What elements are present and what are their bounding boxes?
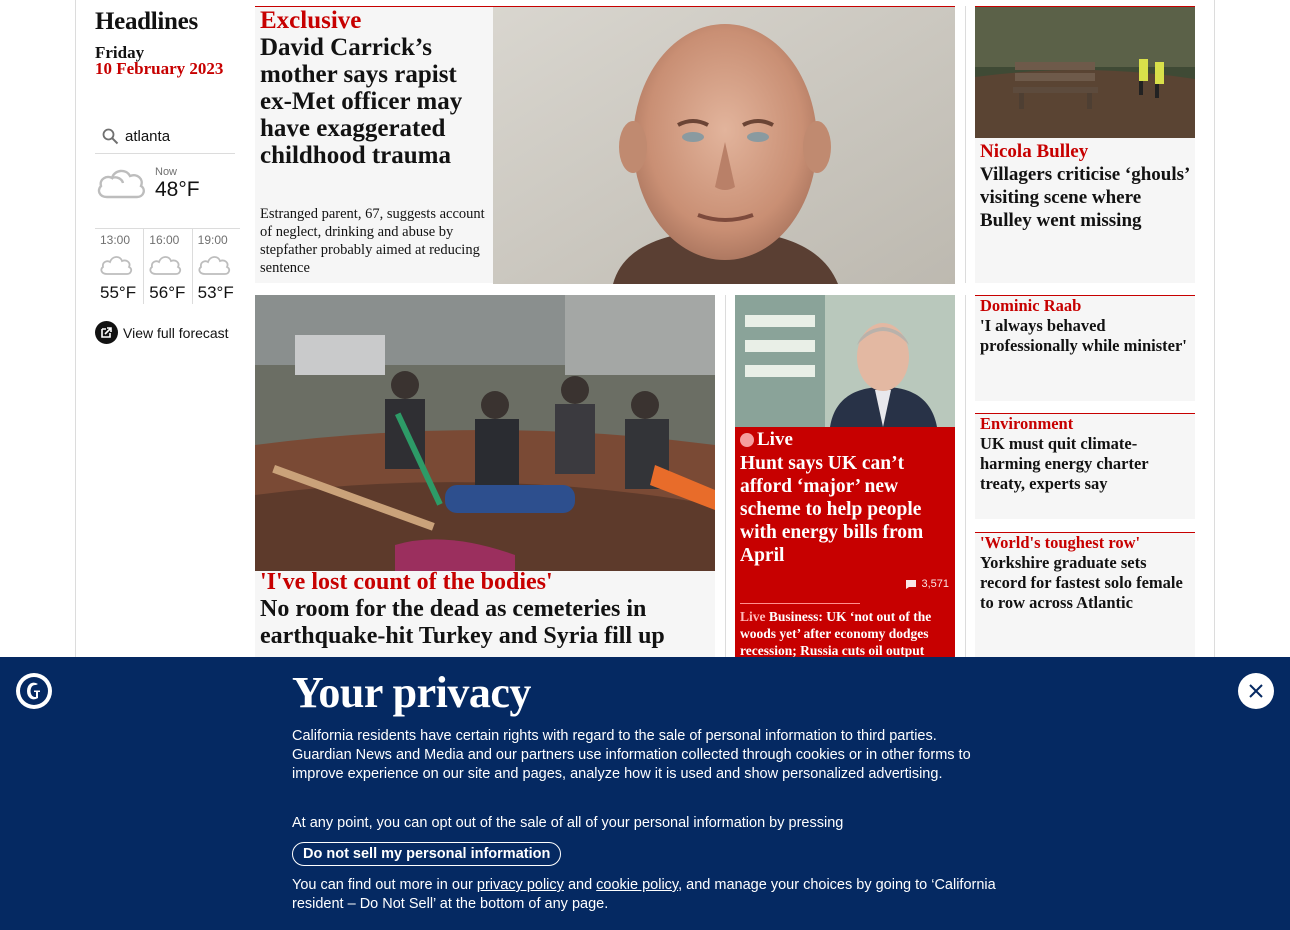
external-link-icon <box>95 321 118 344</box>
privacy-title: Your privacy <box>292 668 531 717</box>
live-sublink[interactable]: Live Business: UK ‘not out of the woods … <box>740 608 952 659</box>
story-kicker: Dominic Raab <box>980 296 1082 315</box>
story-headline[interactable]: UK must quit climate-harming energy char… <box>980 434 1192 494</box>
privacy-paragraph-3: You can find out more in our privacy pol… <box>292 876 997 914</box>
hourly-forecast: 13:00 55°F 16:00 56°F 19:00 53°F <box>95 228 240 304</box>
story-headline[interactable]: Villagers criticise ‘ghouls’ visiting sc… <box>980 163 1192 232</box>
view-full-forecast-link[interactable]: View full forecast <box>95 321 229 344</box>
privacy-paragraph-2: At any point, you can opt out of the sal… <box>292 815 844 831</box>
current-date: 10 February 2023 <box>95 59 224 78</box>
earthquake-story-card[interactable]: 'I've lost count of the bodies' No room … <box>255 295 715 665</box>
forecast-time: 16:00 <box>149 233 180 247</box>
privacy-p3-and: and <box>567 877 593 893</box>
lead-story-image[interactable] <box>493 7 955 284</box>
forecast-time: 13:00 <box>100 233 131 247</box>
sublink-text[interactable]: Business: UK ‘not out of the woods yet’ … <box>740 609 931 658</box>
sublink-live-label: Live <box>740 609 766 624</box>
nicola-bulley-text[interactable]: Nicola Bulley Villagers criticise ‘ghoul… <box>980 140 1192 232</box>
do-not-sell-button[interactable]: Do not sell my personal information <box>292 842 562 866</box>
story-headline[interactable]: No room for the dead as cemeteries in ea… <box>260 596 710 650</box>
weather-now: Now 48°F <box>95 162 235 217</box>
section-title: Headlines <box>95 8 198 35</box>
story-kicker: 'World's toughest row' <box>980 533 1141 552</box>
forecast-item: 13:00 55°F <box>95 229 143 304</box>
weather-location[interactable]: atlanta <box>125 128 170 145</box>
live-dot-icon <box>740 433 754 447</box>
lead-story-text: Exclusive David Carrick’s mother says ra… <box>260 7 488 169</box>
story-headline[interactable]: 'I always behaved professionally while m… <box>980 316 1192 356</box>
view-full-forecast-label[interactable]: View full forecast <box>123 325 229 341</box>
column-divider <box>965 295 966 665</box>
earthquake-burial-image[interactable] <box>255 295 715 571</box>
earthquake-story-text[interactable]: 'I've lost count of the bodies' No room … <box>260 569 710 650</box>
live-label: Live <box>757 429 793 450</box>
guardian-logo-icon <box>16 673 52 709</box>
nicola-bulley-card[interactable]: Nicola Bulley Villagers criticise ‘ghoul… <box>975 6 1195 283</box>
cloud-icon <box>99 253 133 281</box>
story-card-raab[interactable]: Dominic Raab 'I always behaved professio… <box>975 295 1195 401</box>
sublink-divider <box>740 603 860 604</box>
story-headline[interactable]: David Carrick’s mother says rapist ex-Me… <box>260 34 488 169</box>
privacy-banner: Your privacy California residents have c… <box>0 657 1290 930</box>
search-icon <box>95 128 125 145</box>
story-headline[interactable]: Yorkshire graduate sets record for faste… <box>980 553 1192 613</box>
weather-location-search[interactable]: atlanta <box>95 120 235 154</box>
close-banner-button[interactable] <box>1238 673 1274 709</box>
privacy-policy-link[interactable]: privacy policy <box>477 877 564 893</box>
now-temperature: 48°F <box>155 178 200 201</box>
story-card-environment[interactable]: Environment UK must quit climate-harming… <box>975 413 1195 519</box>
forecast-temp: 56°F <box>149 283 186 302</box>
story-card-atlantic-row[interactable]: 'World's toughest row' Yorkshire graduat… <box>975 532 1195 665</box>
story-kicker: 'I've lost count of the bodies' <box>260 569 553 595</box>
forecast-item: 19:00 53°F <box>191 229 240 304</box>
live-blog-card[interactable]: Live Hunt says UK can’t afford ‘major’ n… <box>735 295 955 665</box>
cloud-icon <box>148 253 182 281</box>
column-divider <box>725 295 726 665</box>
column-divider <box>965 6 966 283</box>
story-standfirst: Estranged parent, 67, suggests account o… <box>260 206 485 276</box>
lead-story-card[interactable]: Exclusive David Carrick’s mother says ra… <box>255 6 955 284</box>
privacy-paragraph-1: California residents have certain rights… <box>292 728 971 782</box>
story-kicker: Environment <box>980 414 1074 433</box>
comment-count-value[interactable]: 3,571 <box>921 578 949 590</box>
forecast-temp: 53°F <box>197 283 234 302</box>
live-indicator: Live <box>740 429 793 451</box>
story-kicker: Nicola Bulley <box>980 141 1089 162</box>
forecast-time: 19:00 <box>197 233 228 247</box>
privacy-p3-before: You can find out more in our <box>292 877 473 893</box>
close-icon <box>1249 684 1263 698</box>
forecast-temp: 55°F <box>100 283 137 302</box>
now-label: Now <box>155 166 178 178</box>
cloud-icon <box>197 253 231 281</box>
bench-scene-image[interactable] <box>975 7 1195 138</box>
story-headline[interactable]: Hunt says UK can’t afford ‘major’ new sc… <box>740 452 952 567</box>
cookie-policy-link[interactable]: cookie policy <box>596 877 678 893</box>
comment-count[interactable]: 3,571 <box>905 578 949 590</box>
jeremy-hunt-image[interactable] <box>735 295 955 427</box>
cloud-icon <box>95 164 147 206</box>
forecast-item: 16:00 56°F <box>143 229 191 304</box>
story-kicker: Exclusive <box>260 7 362 34</box>
comment-icon <box>906 579 917 589</box>
